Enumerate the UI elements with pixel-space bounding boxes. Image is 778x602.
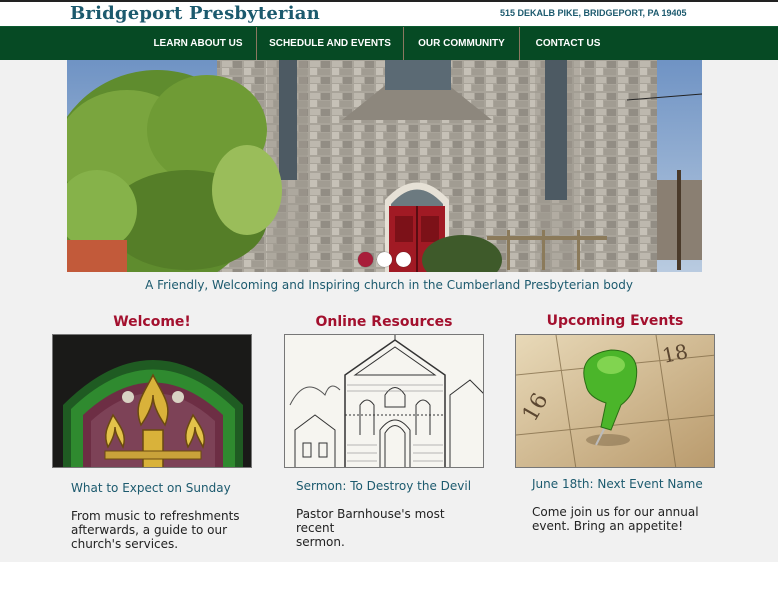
desc-line: Pastor Barnhouse's most recent <box>296 507 445 535</box>
slide-dot-2[interactable] <box>377 252 392 267</box>
page: Bridgeport Presbyterian 515 DEKALB PIKE,… <box>0 0 778 562</box>
nav-schedule-and-events[interactable]: SCHEDULE AND EVENTS <box>257 27 403 61</box>
nav-learn-about-us[interactable]: LEARN ABOUT US <box>140 27 256 61</box>
desc-line: Come join us for our annual <box>532 505 699 519</box>
online-resources-section: Online Resources Sermon: To Destroy the … <box>284 314 484 554</box>
welcome-heading: Welcome! <box>113 314 191 330</box>
slide-dot-3[interactable] <box>396 252 411 267</box>
nav-contact-us[interactable]: CONTACT US <box>520 27 616 61</box>
desc-line: event. Bring an appetite! <box>532 519 684 533</box>
upcoming-events-heading: Upcoming Events <box>546 313 684 329</box>
slideshow-pager <box>358 252 411 267</box>
header-bar: Bridgeport Presbyterian 515 DEKALB PIKE,… <box>0 2 778 26</box>
sermon-description: Pastor Barnhouse's most recent sermon. <box>296 507 484 549</box>
hero-slideshow[interactable] <box>67 60 702 272</box>
stained-glass-image[interactable] <box>52 334 252 468</box>
tagline: A Friendly, Welcoming and Inspiring chur… <box>145 278 633 292</box>
event-link[interactable]: June 18th: Next Event Name <box>532 477 703 491</box>
desc-line: church's services. <box>71 537 179 551</box>
desc-line: afterwards, a guide to our <box>71 523 228 537</box>
welcome-description: From music to refreshments afterwards, a… <box>71 509 240 551</box>
nav-our-community[interactable]: OUR COMMUNITY <box>404 27 519 61</box>
church-address: 515 DEKALB PIKE, BRIDGEPORT, PA 19405 <box>500 8 687 18</box>
online-resources-heading: Online Resources <box>315 314 453 330</box>
what-to-expect-link[interactable]: What to Expect on Sunday <box>71 481 231 495</box>
desc-line: sermon. <box>296 535 345 549</box>
church-facade-photo <box>67 60 702 272</box>
slide-dot-1[interactable] <box>358 252 373 267</box>
calendar-pushpin-image[interactable]: 18 16 <box>515 334 715 468</box>
church-sketch-image[interactable] <box>284 334 484 468</box>
main-nav: LEARN ABOUT US SCHEDULE AND EVENTS OUR C… <box>0 26 778 61</box>
sermon-link[interactable]: Sermon: To Destroy the Devil <box>296 479 471 493</box>
desc-line: From music to refreshments <box>71 509 240 523</box>
site-title[interactable]: Bridgeport Presbyterian <box>70 3 320 24</box>
welcome-section: Welcome! What to Expect on Sunday From m… <box>52 314 252 554</box>
event-description: Come join us for our annual event. Bring… <box>532 505 699 533</box>
upcoming-events-section: Upcoming Events 18 16 June 18th: Next Ev… <box>515 313 715 553</box>
